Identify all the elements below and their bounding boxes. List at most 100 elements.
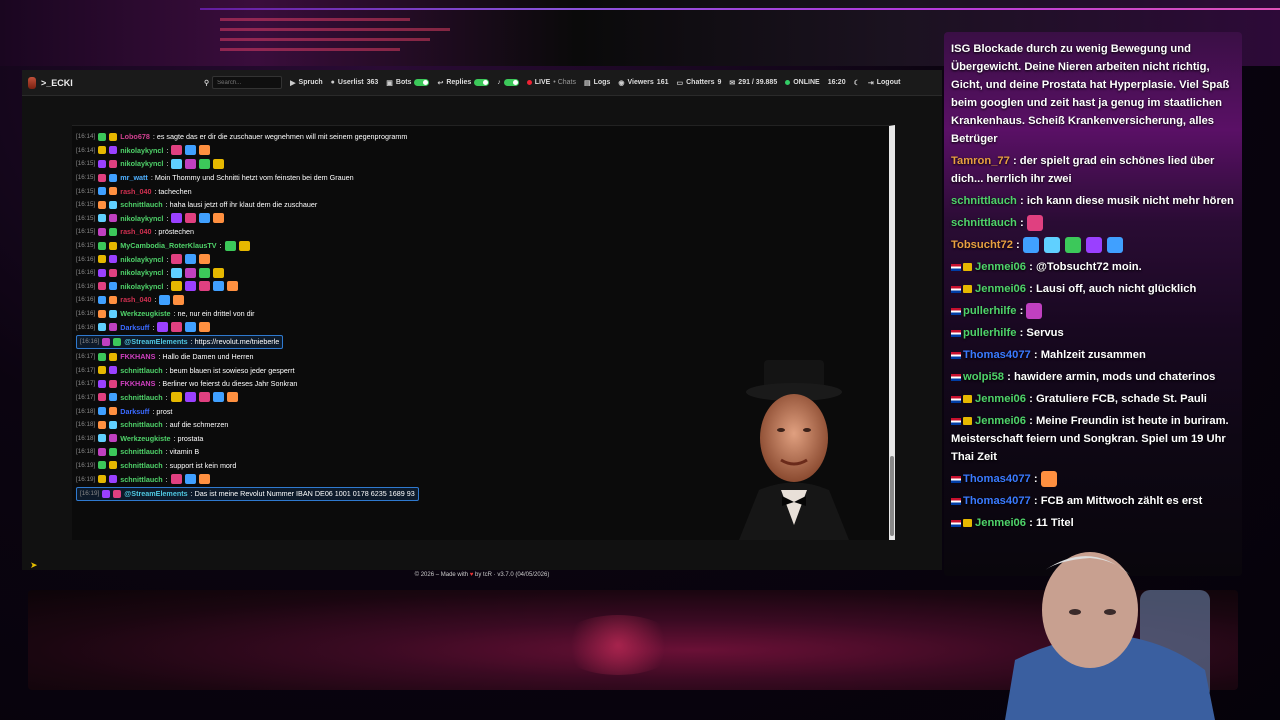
- logout-button[interactable]: ⇥ Logout: [868, 79, 901, 87]
- chat-message: :: [166, 254, 169, 264]
- overlay-chat-line: pullerhilfe : Servus: [951, 324, 1235, 342]
- overlay-chat-line: Jenmei06 : Lausi off, auch nicht glückli…: [951, 280, 1235, 298]
- overlay-message: : Servus: [1016, 327, 1064, 339]
- user-badge-icon: [109, 214, 118, 223]
- overlay-message: : FCB am Mittwoch zählt es erst: [1030, 495, 1203, 507]
- chat-username[interactable]: nikolaykyncl: [120, 255, 163, 264]
- chat-username[interactable]: nikolaykyncl: [120, 214, 163, 223]
- timestamp: [16:18]: [76, 448, 96, 456]
- emote-icon: [199, 158, 211, 169]
- chat-message: : Hallo die Damen und Herren: [158, 352, 254, 362]
- chat-username[interactable]: schnittlauch: [120, 393, 162, 402]
- emote-icon: [185, 158, 197, 169]
- emote-icon: [171, 158, 183, 169]
- brand[interactable]: >_ECKI: [28, 76, 198, 89]
- chat-username[interactable]: @StreamElements: [124, 489, 187, 498]
- chat-username[interactable]: Werkzeugkiste: [120, 434, 170, 443]
- theme-toggle[interactable]: ☾: [854, 79, 860, 87]
- footer: © 2026 – Made with ♥ by tcR · v3.7.0 (04…: [414, 572, 550, 578]
- chat-username[interactable]: MyCambodia_RoterKlausTV: [120, 241, 216, 250]
- bots-toggle[interactable]: ▣ Bots: [386, 79, 430, 87]
- chat-username[interactable]: nikolaykyncl: [120, 282, 163, 291]
- moon-icon: ☾: [853, 79, 860, 87]
- chat-username[interactable]: FKKHANS: [120, 352, 155, 361]
- user-badge-icon: [98, 379, 107, 388]
- scrollbar[interactable]: [890, 456, 894, 536]
- flag-icon: [951, 395, 961, 403]
- crown-badge-icon: [963, 417, 972, 426]
- timestamp: [16:16]: [76, 310, 96, 318]
- chat-username[interactable]: rash_040: [120, 227, 151, 236]
- emote-icon: [227, 281, 239, 292]
- overlay-chat-line: wolpi58 : hawidere armin, mods und chate…: [951, 368, 1235, 386]
- user-badge-icon: [98, 447, 107, 456]
- userlist-button[interactable]: ● Userlist 363: [331, 79, 379, 86]
- user-badge-icon: [98, 132, 107, 141]
- user-badge-icon: [109, 309, 118, 318]
- notify-toggle[interactable]: ♪: [497, 79, 519, 86]
- bots-switch[interactable]: [414, 79, 430, 86]
- emote-icon: [1044, 237, 1061, 254]
- chat-username[interactable]: schnittlauch: [120, 420, 162, 429]
- overlay-message: : Mahlzeit zusammen: [1030, 349, 1146, 361]
- user-badge-icon: [109, 241, 118, 250]
- chat-username[interactable]: mr_watt: [120, 173, 148, 182]
- deco-stripe: [220, 48, 400, 51]
- emote-icon: [1040, 471, 1057, 488]
- chat-username[interactable]: schnittlauch: [120, 475, 162, 484]
- chat-line: [16:14] Lobo678: es sagte das er dir die …: [76, 130, 676, 144]
- emote-icon: [1065, 237, 1082, 254]
- chat-message: : Das ist meine Revolut Nummer IBAN DE06…: [190, 489, 415, 499]
- user-badge-icon: [98, 255, 107, 264]
- user-badge-icon: [98, 214, 107, 223]
- online-status: ONLINE: [785, 79, 820, 86]
- chat-username[interactable]: Darksuff: [120, 407, 149, 416]
- notify-switch[interactable]: [503, 79, 519, 86]
- chat-username[interactable]: nikolaykyncl: [120, 268, 163, 277]
- spruch-button[interactable]: ▶ Spruch: [290, 79, 323, 87]
- timestamp: [16:16]: [76, 255, 96, 263]
- chat-username[interactable]: Lobo678: [120, 132, 150, 141]
- replies-switch[interactable]: [474, 79, 490, 86]
- user-badge-icon: [109, 352, 118, 361]
- logs-button[interactable]: ▤ Logs: [584, 79, 610, 87]
- chat-username[interactable]: nikolaykyncl: [120, 159, 163, 168]
- chat-message: :: [152, 322, 155, 332]
- live-chats-button[interactable]: LIVE • Chats: [526, 79, 576, 86]
- replies-toggle[interactable]: ↩ Replies: [437, 79, 490, 87]
- timestamp: [16:16]: [76, 296, 96, 304]
- chat-username[interactable]: @StreamElements: [124, 337, 187, 346]
- chat-username[interactable]: Darksuff: [120, 323, 149, 332]
- user-badge-icon: [109, 187, 118, 196]
- chat-username[interactable]: schnittlauch: [120, 200, 162, 209]
- user-badge-icon: [109, 146, 118, 155]
- emote-icon: [1086, 237, 1103, 254]
- emote-icon: [170, 392, 182, 403]
- chat-message: : beum blauen ist sowieso jeder gesperrt: [165, 365, 295, 375]
- emote-icon: [226, 392, 238, 403]
- chat-username[interactable]: rash_040: [120, 187, 151, 196]
- overlay-username: schnittlauch: [951, 195, 1017, 207]
- clock: 16:20: [827, 79, 846, 86]
- chat-line: [16:17] FKKHANS: Hallo die Damen und Herr…: [76, 350, 676, 364]
- timestamp: [16:16]: [76, 269, 96, 277]
- overlay-username: Tobsucht72: [951, 239, 1013, 251]
- speech-icon: ▶: [290, 79, 296, 87]
- timestamp: [16:19]: [76, 461, 96, 469]
- search-input[interactable]: [212, 76, 283, 89]
- chat-username[interactable]: nikolaykyncl: [120, 146, 163, 155]
- chat-username[interactable]: schnittlauch: [120, 447, 162, 456]
- user-badge-icon: [109, 323, 118, 332]
- chat-username[interactable]: schnittlauch: [120, 366, 162, 375]
- overlay-chat-line: Jenmei06 : 11 Titel: [951, 514, 1235, 532]
- chat-log[interactable]: [16:14] Lobo678: es sagte das er dir die …: [72, 125, 895, 540]
- chat-message: :: [166, 145, 169, 155]
- chat-username[interactable]: schnittlauch: [120, 461, 162, 470]
- timestamp: [16:15]: [76, 228, 96, 236]
- timestamp: [16:18]: [76, 407, 96, 415]
- chat-username[interactable]: rash_040: [120, 295, 151, 304]
- chat-username[interactable]: FKKHANS: [120, 379, 155, 388]
- chat-line: [16:16] Werkzeugkiste: ne, nur ein dritte…: [76, 307, 676, 321]
- overlay-message: :: [1030, 473, 1038, 485]
- chat-username[interactable]: Werkzeugkiste: [120, 309, 170, 318]
